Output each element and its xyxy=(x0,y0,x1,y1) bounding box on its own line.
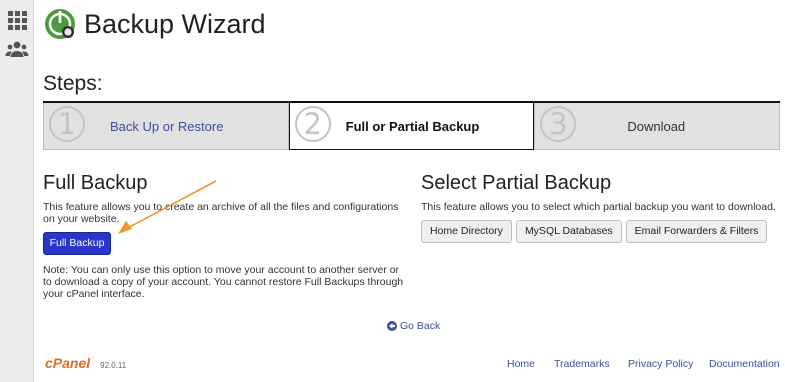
partial-backup-description: This feature allows you to select which … xyxy=(421,201,776,213)
back-arrow-icon xyxy=(387,321,397,331)
cpanel-logo: cPanel xyxy=(45,355,91,371)
full-backup-button[interactable]: Full Backup xyxy=(43,232,111,255)
step-download: 3 Download xyxy=(534,103,781,150)
users-icon[interactable] xyxy=(5,38,29,62)
steps-title: Steps: xyxy=(43,72,103,95)
step-full-or-partial-backup: 2 Full or Partial Backup xyxy=(288,103,535,150)
step-back-up-or-restore[interactable]: 1 Back Up or Restore xyxy=(43,103,289,150)
full-backup-note: Note: You can only use this option to mo… xyxy=(43,264,404,300)
go-back-link[interactable]: Go Back xyxy=(387,320,440,332)
step-label: Download xyxy=(627,119,686,134)
annotation-arrow xyxy=(118,180,217,234)
full-backup-description: This feature allows you to create an arc… xyxy=(43,201,399,225)
partial-backup-title: Select Partial Backup xyxy=(421,172,612,194)
mysql-databases-button[interactable]: MySQL Databases xyxy=(515,220,622,243)
partial-backup-buttons: Home Directory MySQL Databases Email For… xyxy=(421,220,768,243)
page-header: Backup Wizard xyxy=(44,6,266,42)
home-directory-button[interactable]: Home Directory xyxy=(421,220,512,243)
footer-link-privacy-policy[interactable]: Privacy Policy xyxy=(628,358,693,370)
footer-link-documentation[interactable]: Documentation xyxy=(709,358,780,370)
step-label: Back Up or Restore xyxy=(110,119,224,134)
left-sidebar xyxy=(0,0,34,382)
footer-link-home[interactable]: Home xyxy=(507,358,535,370)
footer-brand: cPanel 92.0.11 xyxy=(45,355,126,371)
footer-link-trademarks[interactable]: Trademarks xyxy=(554,358,610,370)
step-number-1: 1 xyxy=(49,106,85,142)
step-number-3: 3 xyxy=(540,106,577,142)
backup-wizard-logo-icon xyxy=(45,9,75,39)
email-forwarders-filters-button[interactable]: Email Forwarders & Filters xyxy=(625,220,768,243)
version-label: 92.0.11 xyxy=(100,361,127,370)
step-label: Full or Partial Backup xyxy=(345,119,480,134)
page-title: Backup Wizard xyxy=(84,8,266,39)
step-number-2: 2 xyxy=(294,106,331,142)
go-back-label: Go Back xyxy=(400,320,441,332)
grid-icon[interactable] xyxy=(5,8,29,32)
steps-bar: 1 Back Up or Restore 2 Full or Partial B… xyxy=(43,101,781,150)
